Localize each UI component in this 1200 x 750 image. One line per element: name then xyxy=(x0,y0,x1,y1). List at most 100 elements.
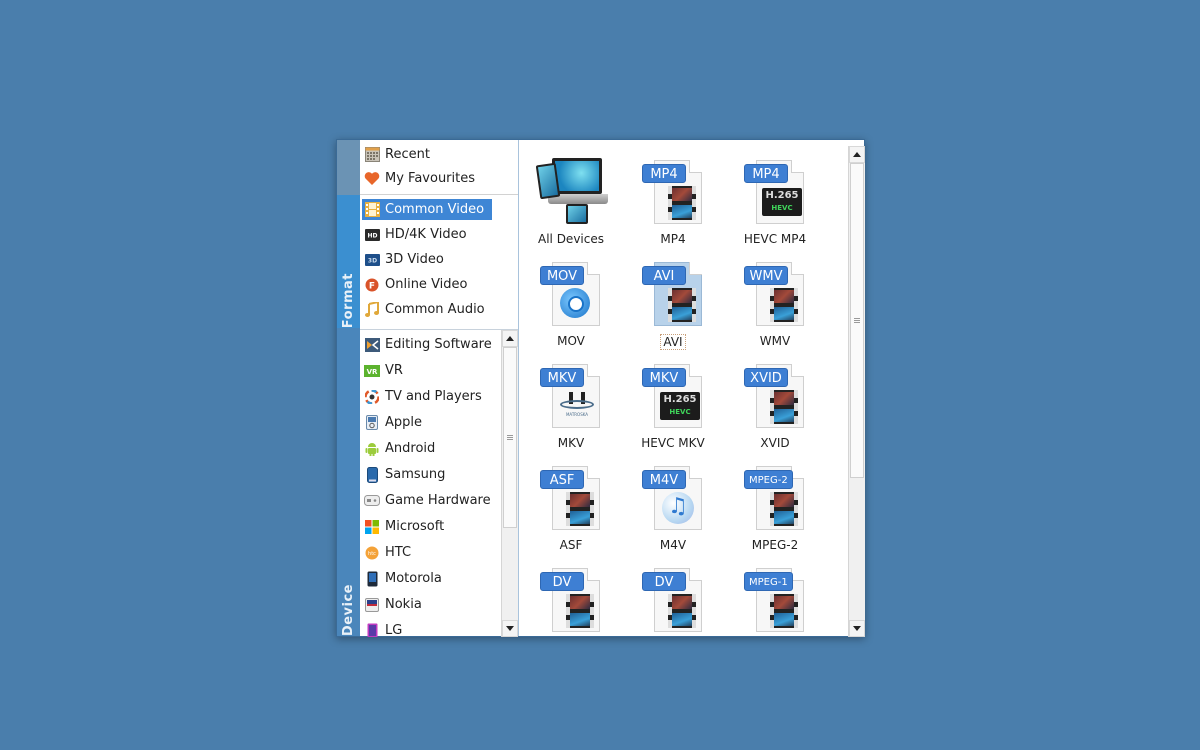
format-label: MKV xyxy=(557,436,585,450)
video-file-icon: MATROSKA MKV xyxy=(536,360,606,432)
format-tile-mov[interactable]: MOV MOV xyxy=(520,252,622,350)
vr-icon: VR xyxy=(364,363,380,379)
category-label: HD/4K Video xyxy=(385,227,467,242)
grid-scroll-up-button[interactable] xyxy=(849,146,865,163)
grid-scroll-thumb[interactable] xyxy=(850,163,864,478)
film-strip-icon xyxy=(770,492,798,526)
video-file-icon: AVI xyxy=(638,258,708,330)
device-scroll-up-button[interactable] xyxy=(502,330,518,347)
category-label: Game Hardware xyxy=(385,493,491,508)
quick-access-group: Recent My Favourites xyxy=(360,140,518,195)
category-game-hardware[interactable]: Game Hardware xyxy=(362,490,495,511)
category-label: Apple xyxy=(385,415,423,430)
video-file-icon: MPEG-2 xyxy=(740,462,810,534)
format-label: AVI xyxy=(660,334,686,350)
format-tile-all-devices[interactable]: All Devices xyxy=(520,150,622,248)
format-badge: DV xyxy=(540,572,584,591)
category-my-favourites[interactable]: My Favourites xyxy=(362,168,479,189)
format-badge: M4V xyxy=(642,470,686,489)
gamepad-icon xyxy=(364,493,380,509)
film-strip-icon xyxy=(770,594,798,628)
category-label: Online Video xyxy=(385,277,468,292)
format-tile-hevc-mkv[interactable]: H.265 HEVC MKV HEVC MKV xyxy=(622,354,724,452)
category-vr[interactable]: VR VR xyxy=(362,360,407,381)
htc-icon: htc xyxy=(364,545,380,561)
category-htc[interactable]: htc HTC xyxy=(362,542,415,563)
device-scroll-thumb[interactable] xyxy=(503,347,517,528)
category-motorola[interactable]: Motorola xyxy=(362,568,446,589)
format-grid: All Devices MP4 MP4 H.265 HEVC MP4 HEVC MP4 MOV… xyxy=(520,140,848,636)
category-hd-4k-video[interactable]: HD HD/4K Video xyxy=(362,224,471,245)
format-tile-hevc-mp4[interactable]: H.265 HEVC MP4 HEVC MP4 xyxy=(724,150,826,248)
format-label: All Devices xyxy=(538,232,604,246)
format-tile-m4v[interactable]: M4V M4V xyxy=(622,456,724,554)
tab-format[interactable]: Format xyxy=(337,195,360,328)
online-video-icon: F xyxy=(364,277,380,293)
category-online-video[interactable]: F Online Video xyxy=(362,274,472,295)
tab-format-label: Format xyxy=(341,272,356,328)
hevc-icon: H.265 HEVC xyxy=(660,392,700,420)
category-editing-software[interactable]: Editing Software xyxy=(362,334,496,355)
video-file-icon: ASF xyxy=(536,462,606,534)
heart-icon xyxy=(364,171,380,187)
video-file-icon: H.265 HEVC MKV xyxy=(638,360,708,432)
tab-device[interactable]: Device xyxy=(337,328,360,636)
category-android[interactable]: Android xyxy=(362,438,439,459)
format-label: HEVC MKV xyxy=(641,436,705,450)
format-tile-mp4[interactable]: MP4 MP4 xyxy=(622,150,724,248)
arrow-up-icon xyxy=(506,336,514,341)
category-lg[interactable]: LG xyxy=(362,620,406,637)
category-label: TV and Players xyxy=(385,389,482,404)
category-microsoft[interactable]: Microsoft xyxy=(362,516,448,537)
format-badge: MKV xyxy=(540,368,584,387)
category-tv-and-players[interactable]: TV and Players xyxy=(362,386,486,407)
film-strip-icon xyxy=(668,594,696,628)
category-label: VR xyxy=(385,363,403,378)
format-badge: MPEG-1 xyxy=(744,572,793,591)
grid-scroll-down-button[interactable] xyxy=(849,620,865,637)
3d-icon: 3D xyxy=(364,252,380,268)
hevc-bottom-text: HEVC xyxy=(771,204,793,212)
video-file-icon: MOV xyxy=(536,258,606,330)
film-strip-icon xyxy=(668,288,696,322)
format-tile-avi[interactable]: AVI AVI xyxy=(622,252,724,350)
format-category-group: Common Video HD HD/4K Video 3D 3D Video … xyxy=(360,196,518,328)
format-tile-asf[interactable]: ASF ASF xyxy=(520,456,622,554)
format-label: MOV xyxy=(557,334,585,348)
category-nokia[interactable]: Nokia xyxy=(362,594,426,615)
format-tile-mkv[interactable]: MATROSKA MKV MKV xyxy=(520,354,622,452)
format-tile-mpeg-2[interactable]: MPEG-2 MPEG-2 xyxy=(724,456,826,554)
video-file-icon: DV xyxy=(536,564,606,636)
nokia-phone-icon xyxy=(364,597,380,613)
video-file-icon: MP4 xyxy=(638,156,708,228)
format-badge: ASF xyxy=(540,470,584,489)
format-tile-dv[interactable]: DV xyxy=(622,558,724,636)
side-tab-blank xyxy=(337,140,360,195)
tab-device-label: Device xyxy=(341,583,356,636)
film-strip-icon xyxy=(770,288,798,322)
format-tile-dv[interactable]: DV xyxy=(520,558,622,636)
device-list-scrollbar[interactable] xyxy=(501,330,518,637)
category-samsung[interactable]: Samsung xyxy=(362,464,449,485)
format-badge: AVI xyxy=(642,266,686,285)
device-scroll-down-button[interactable] xyxy=(502,620,518,637)
format-badge: MP4 xyxy=(744,164,788,183)
category-label: Microsoft xyxy=(385,519,445,534)
category-3d-video[interactable]: 3D 3D Video xyxy=(362,249,448,270)
film-icon xyxy=(364,202,380,218)
category-label: Common Audio xyxy=(385,302,485,317)
format-tile-wmv[interactable]: WMV WMV xyxy=(724,252,826,350)
category-apple[interactable]: Apple xyxy=(362,412,426,433)
category-common-video[interactable]: Common Video xyxy=(362,199,492,220)
svg-text:VR: VR xyxy=(367,368,378,376)
format-grid-scrollbar[interactable] xyxy=(848,146,865,637)
format-badge: MOV xyxy=(540,266,584,285)
format-tile-mpeg-1[interactable]: MPEG-1 xyxy=(724,558,826,636)
matroska-text: MATROSKA xyxy=(565,412,589,417)
svg-text:F: F xyxy=(369,281,375,291)
format-label: MPEG-2 xyxy=(751,538,799,552)
category-label: Android xyxy=(385,441,436,456)
category-common-audio[interactable]: Common Audio xyxy=(362,299,489,320)
format-tile-xvid[interactable]: XVID XVID xyxy=(724,354,826,452)
category-recent[interactable]: Recent xyxy=(362,144,434,165)
